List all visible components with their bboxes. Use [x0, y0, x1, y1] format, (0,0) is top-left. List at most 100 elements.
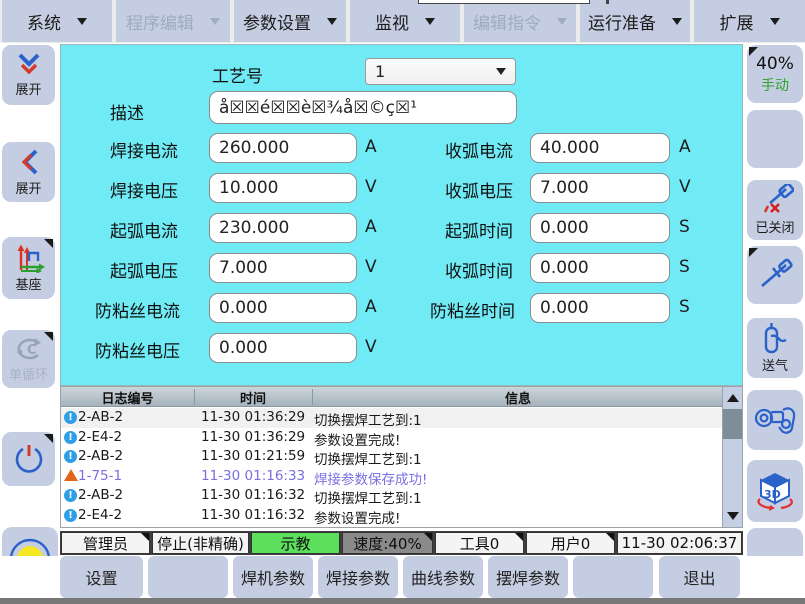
- unit-label: A: [365, 217, 377, 237]
- anti-stick-time-input[interactable]: [530, 293, 670, 323]
- log-row[interactable]: ! 2-AB-2 11-30 01:21:59 切换摆焊工艺到:1: [61, 447, 724, 467]
- menu-label: 运行准备: [588, 9, 656, 34]
- tool-frame-label: 工具0: [460, 533, 500, 554]
- chevron-down-icon: [496, 68, 506, 75]
- welding-parameter-screen: 系统 程序编辑 参数设置 监视 编辑指令 运行准备 扩展 展开 展开: [0, 0, 805, 604]
- arc-start-voltage-label: 起弧电压: [110, 257, 178, 282]
- expand-left-button[interactable]: 展开: [2, 142, 55, 202]
- bottom-button-row: 设置 焊机参数 焊接参数 曲线参数 摆焊参数 退出: [0, 556, 805, 598]
- warning-icon: [64, 527, 78, 528]
- process-number-dropdown[interactable]: 1: [365, 58, 516, 85]
- empty-button[interactable]: [573, 556, 653, 598]
- expand-down-button[interactable]: 展开: [2, 45, 55, 105]
- corner-marker-icon: [749, 248, 758, 257]
- menu-system[interactable]: 系统: [2, 0, 112, 42]
- log-row[interactable]: 1-75-1 11-30 01:16:33 焊接参数保存成功!: [61, 467, 724, 487]
- power-button[interactable]: [2, 432, 55, 486]
- speed-mode-button[interactable]: 40% 手动: [747, 45, 803, 103]
- double-chevron-left-icon: [14, 147, 44, 177]
- user-role-badge[interactable]: 管理员: [61, 532, 150, 554]
- svg-text:C: C: [27, 343, 37, 358]
- process-number-value: 1: [375, 62, 385, 81]
- speed-percent-label: 40%: [756, 54, 794, 74]
- welder-params-button[interactable]: 焊机参数: [233, 556, 313, 598]
- gas-supply-button[interactable]: 送气: [747, 318, 803, 378]
- log-id: 2-AB-2: [78, 487, 123, 503]
- curve-params-button[interactable]: 曲线参数: [403, 556, 483, 598]
- unit-label: V: [365, 257, 377, 277]
- base-coordinate-button[interactable]: 基座: [2, 237, 55, 299]
- log-row[interactable]: ! 2-AB-2 11-30 01:36:29 切换摆焊工艺到:1: [61, 408, 724, 428]
- corner-marker-icon: [424, 533, 432, 541]
- menu-program-edit: 程序编辑: [116, 0, 230, 42]
- menu-monitor[interactable]: 监视: [350, 0, 460, 42]
- log-scrollbar[interactable]: [722, 387, 742, 527]
- view-3d-button[interactable]: 3D: [747, 460, 803, 522]
- torch-button[interactable]: [747, 246, 803, 304]
- info-icon: !: [64, 411, 77, 424]
- torch-off-button[interactable]: 已关闭: [747, 180, 803, 240]
- cycle-icon: C: [13, 335, 45, 363]
- power-icon: [12, 442, 46, 476]
- user-frame-badge[interactable]: 用户0: [526, 532, 615, 554]
- log-row[interactable]: ! 2-AB-2 11-30 01:16:32 切换摆焊工艺到:1: [61, 486, 724, 506]
- unit-label: V: [365, 337, 377, 357]
- speed-badge[interactable]: 速度:40%: [342, 532, 433, 554]
- corner-marker-icon: [606, 533, 614, 541]
- arc-start-time-input[interactable]: [530, 213, 670, 243]
- settings-button[interactable]: 设置: [60, 556, 143, 598]
- log-header-message: 信息: [312, 388, 724, 407]
- log-row-partial[interactable]: 1-75-1 11-30 01:16:31 焊接参数保存成功!: [61, 525, 724, 528]
- torch-state-label: 已关闭: [755, 217, 794, 236]
- anti-stick-time-label: 防粘丝时间: [430, 297, 515, 322]
- single-cycle-button: C 单循环: [2, 330, 55, 388]
- menu-parameter-settings[interactable]: 参数设置: [234, 0, 346, 42]
- status-bar: 管理员 停止(非精确) 示教 速度:40% 工具0 用户0 11-30 02:0…: [60, 531, 743, 555]
- empty-button[interactable]: [747, 110, 803, 168]
- empty-button[interactable]: [148, 556, 228, 598]
- arc-start-current-input[interactable]: [209, 213, 357, 243]
- weld-voltage-input[interactable]: [209, 173, 357, 203]
- exit-button[interactable]: 退出: [659, 556, 740, 598]
- chevron-down-icon: [327, 18, 337, 25]
- log-row[interactable]: ! 2-E4-2 11-30 01:36:29 参数设置完成!: [61, 428, 724, 448]
- arc-end-current-label: 收弧电流: [445, 137, 513, 162]
- weld-current-input[interactable]: [209, 133, 357, 163]
- anti-stick-current-input[interactable]: [209, 293, 357, 323]
- button-label: 单循环: [9, 364, 48, 383]
- arc-start-voltage-input[interactable]: [209, 253, 357, 283]
- arc-end-time-input[interactable]: [530, 253, 670, 283]
- chevron-down-icon: [210, 18, 220, 25]
- weave-params-button[interactable]: 摆焊参数: [488, 556, 568, 598]
- unit-label: A: [679, 137, 691, 157]
- tool-frame-badge[interactable]: 工具0: [435, 532, 524, 554]
- unit-label: S: [679, 257, 690, 277]
- description-input[interactable]: [209, 91, 517, 124]
- unit-label: A: [365, 137, 377, 157]
- scrollbar-thumb[interactable]: [723, 409, 742, 439]
- log-time: 11-30 01:36:29: [201, 409, 305, 425]
- arc-end-current-input[interactable]: [530, 133, 670, 163]
- pendant-hands-icon: [753, 402, 797, 438]
- log-message: 焊接参数保存成功!: [314, 468, 427, 488]
- welding-params-button[interactable]: 焊接参数: [318, 556, 398, 598]
- scroll-down-icon[interactable]: [727, 512, 739, 520]
- unit-label: S: [679, 297, 690, 317]
- arc-end-voltage-label: 收弧电压: [445, 177, 513, 202]
- menu-run-prepare[interactable]: 运行准备: [580, 0, 690, 42]
- log-row[interactable]: ! 2-E4-2 11-30 01:16:32 参数设置完成!: [61, 506, 724, 526]
- arc-end-voltage-input[interactable]: [530, 173, 670, 203]
- column-divider: [312, 389, 313, 405]
- teach-pendant-button[interactable]: [747, 390, 803, 450]
- double-chevron-down-icon: [12, 52, 46, 78]
- log-id: 1-75-1: [78, 526, 122, 528]
- log-message: 参数设置完成!: [314, 507, 400, 527]
- anti-stick-voltage-input[interactable]: [209, 333, 357, 363]
- scroll-up-icon[interactable]: [727, 394, 739, 402]
- menu-extensions[interactable]: 扩展: [694, 0, 805, 42]
- log-time: 11-30 01:16:31: [201, 526, 305, 528]
- log-time: 11-30 01:16:33: [201, 468, 305, 484]
- log-time: 11-30 01:21:59: [201, 448, 305, 464]
- corner-marker-icon: [749, 47, 758, 56]
- info-icon: !: [64, 450, 77, 463]
